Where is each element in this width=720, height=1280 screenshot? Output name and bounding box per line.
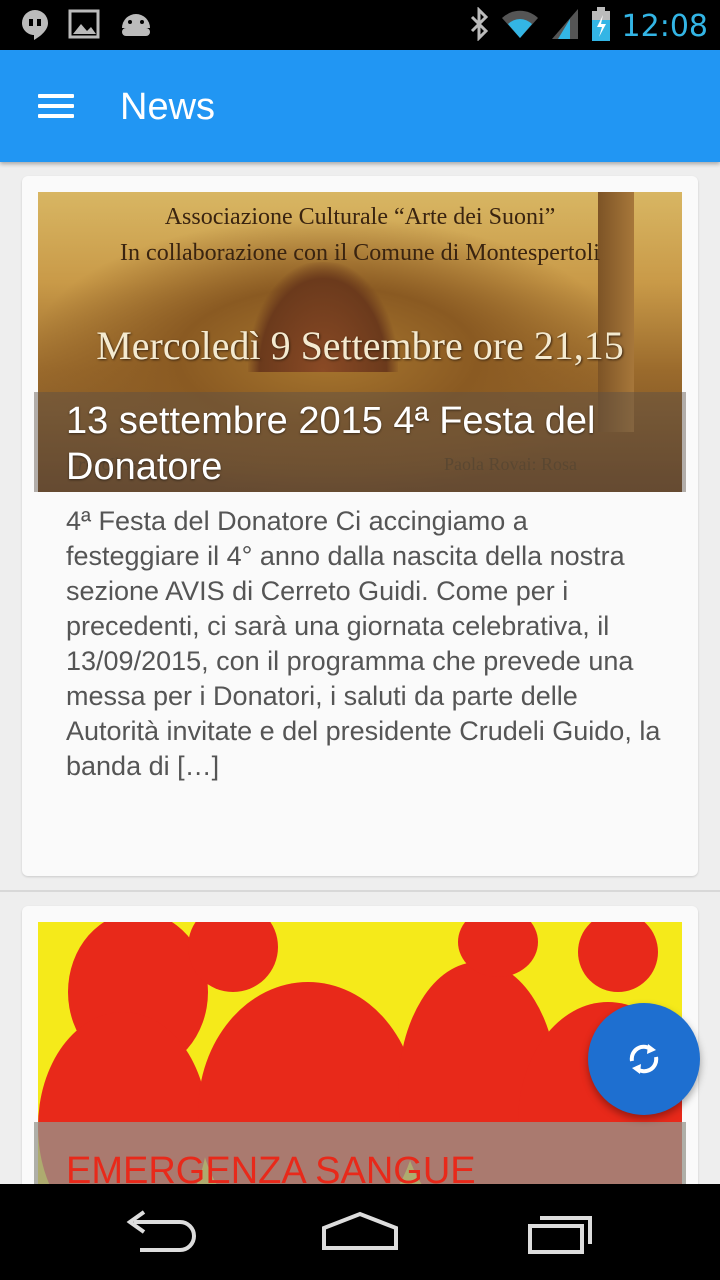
hangouts-icon xyxy=(20,8,50,47)
bluetooth-icon xyxy=(468,6,490,46)
wifi-icon xyxy=(500,8,540,45)
navigation-bar xyxy=(0,1184,720,1280)
android-icon xyxy=(118,8,154,47)
home-icon[interactable] xyxy=(318,1208,398,1256)
article-excerpt: 4ª Festa del Donatore Ci accingiamo a fe… xyxy=(66,506,661,781)
poster-text: Associazione Culturale “Arte dei Suoni” xyxy=(164,204,556,230)
clock: 12:08 xyxy=(621,8,708,44)
news-card[interactable]: Associazione Culturale “Arte dei Suoni” … xyxy=(22,176,698,876)
poster-text: In collaborazione con il Comune di Monte… xyxy=(120,240,600,266)
image-icon xyxy=(68,8,100,47)
poster-text: Mercoledì 9 Settembre ore 21,15 xyxy=(96,323,624,368)
app-bar: News xyxy=(0,50,720,162)
signal-icon xyxy=(550,7,580,46)
page-title: News xyxy=(120,86,216,128)
back-icon[interactable] xyxy=(120,1208,200,1256)
hamburger-menu-icon[interactable] xyxy=(22,80,90,132)
recent-apps-icon[interactable] xyxy=(520,1208,600,1256)
refresh-button[interactable] xyxy=(588,1003,700,1115)
article-title[interactable]: 13 settembre 2015 4ª Festa del Donatore xyxy=(66,398,686,490)
battery-charging-icon xyxy=(590,6,612,47)
status-bar: 12:08 xyxy=(0,0,720,50)
divider xyxy=(0,890,720,892)
article-title[interactable]: EMERGENZA SANGUE xyxy=(66,1148,476,1184)
